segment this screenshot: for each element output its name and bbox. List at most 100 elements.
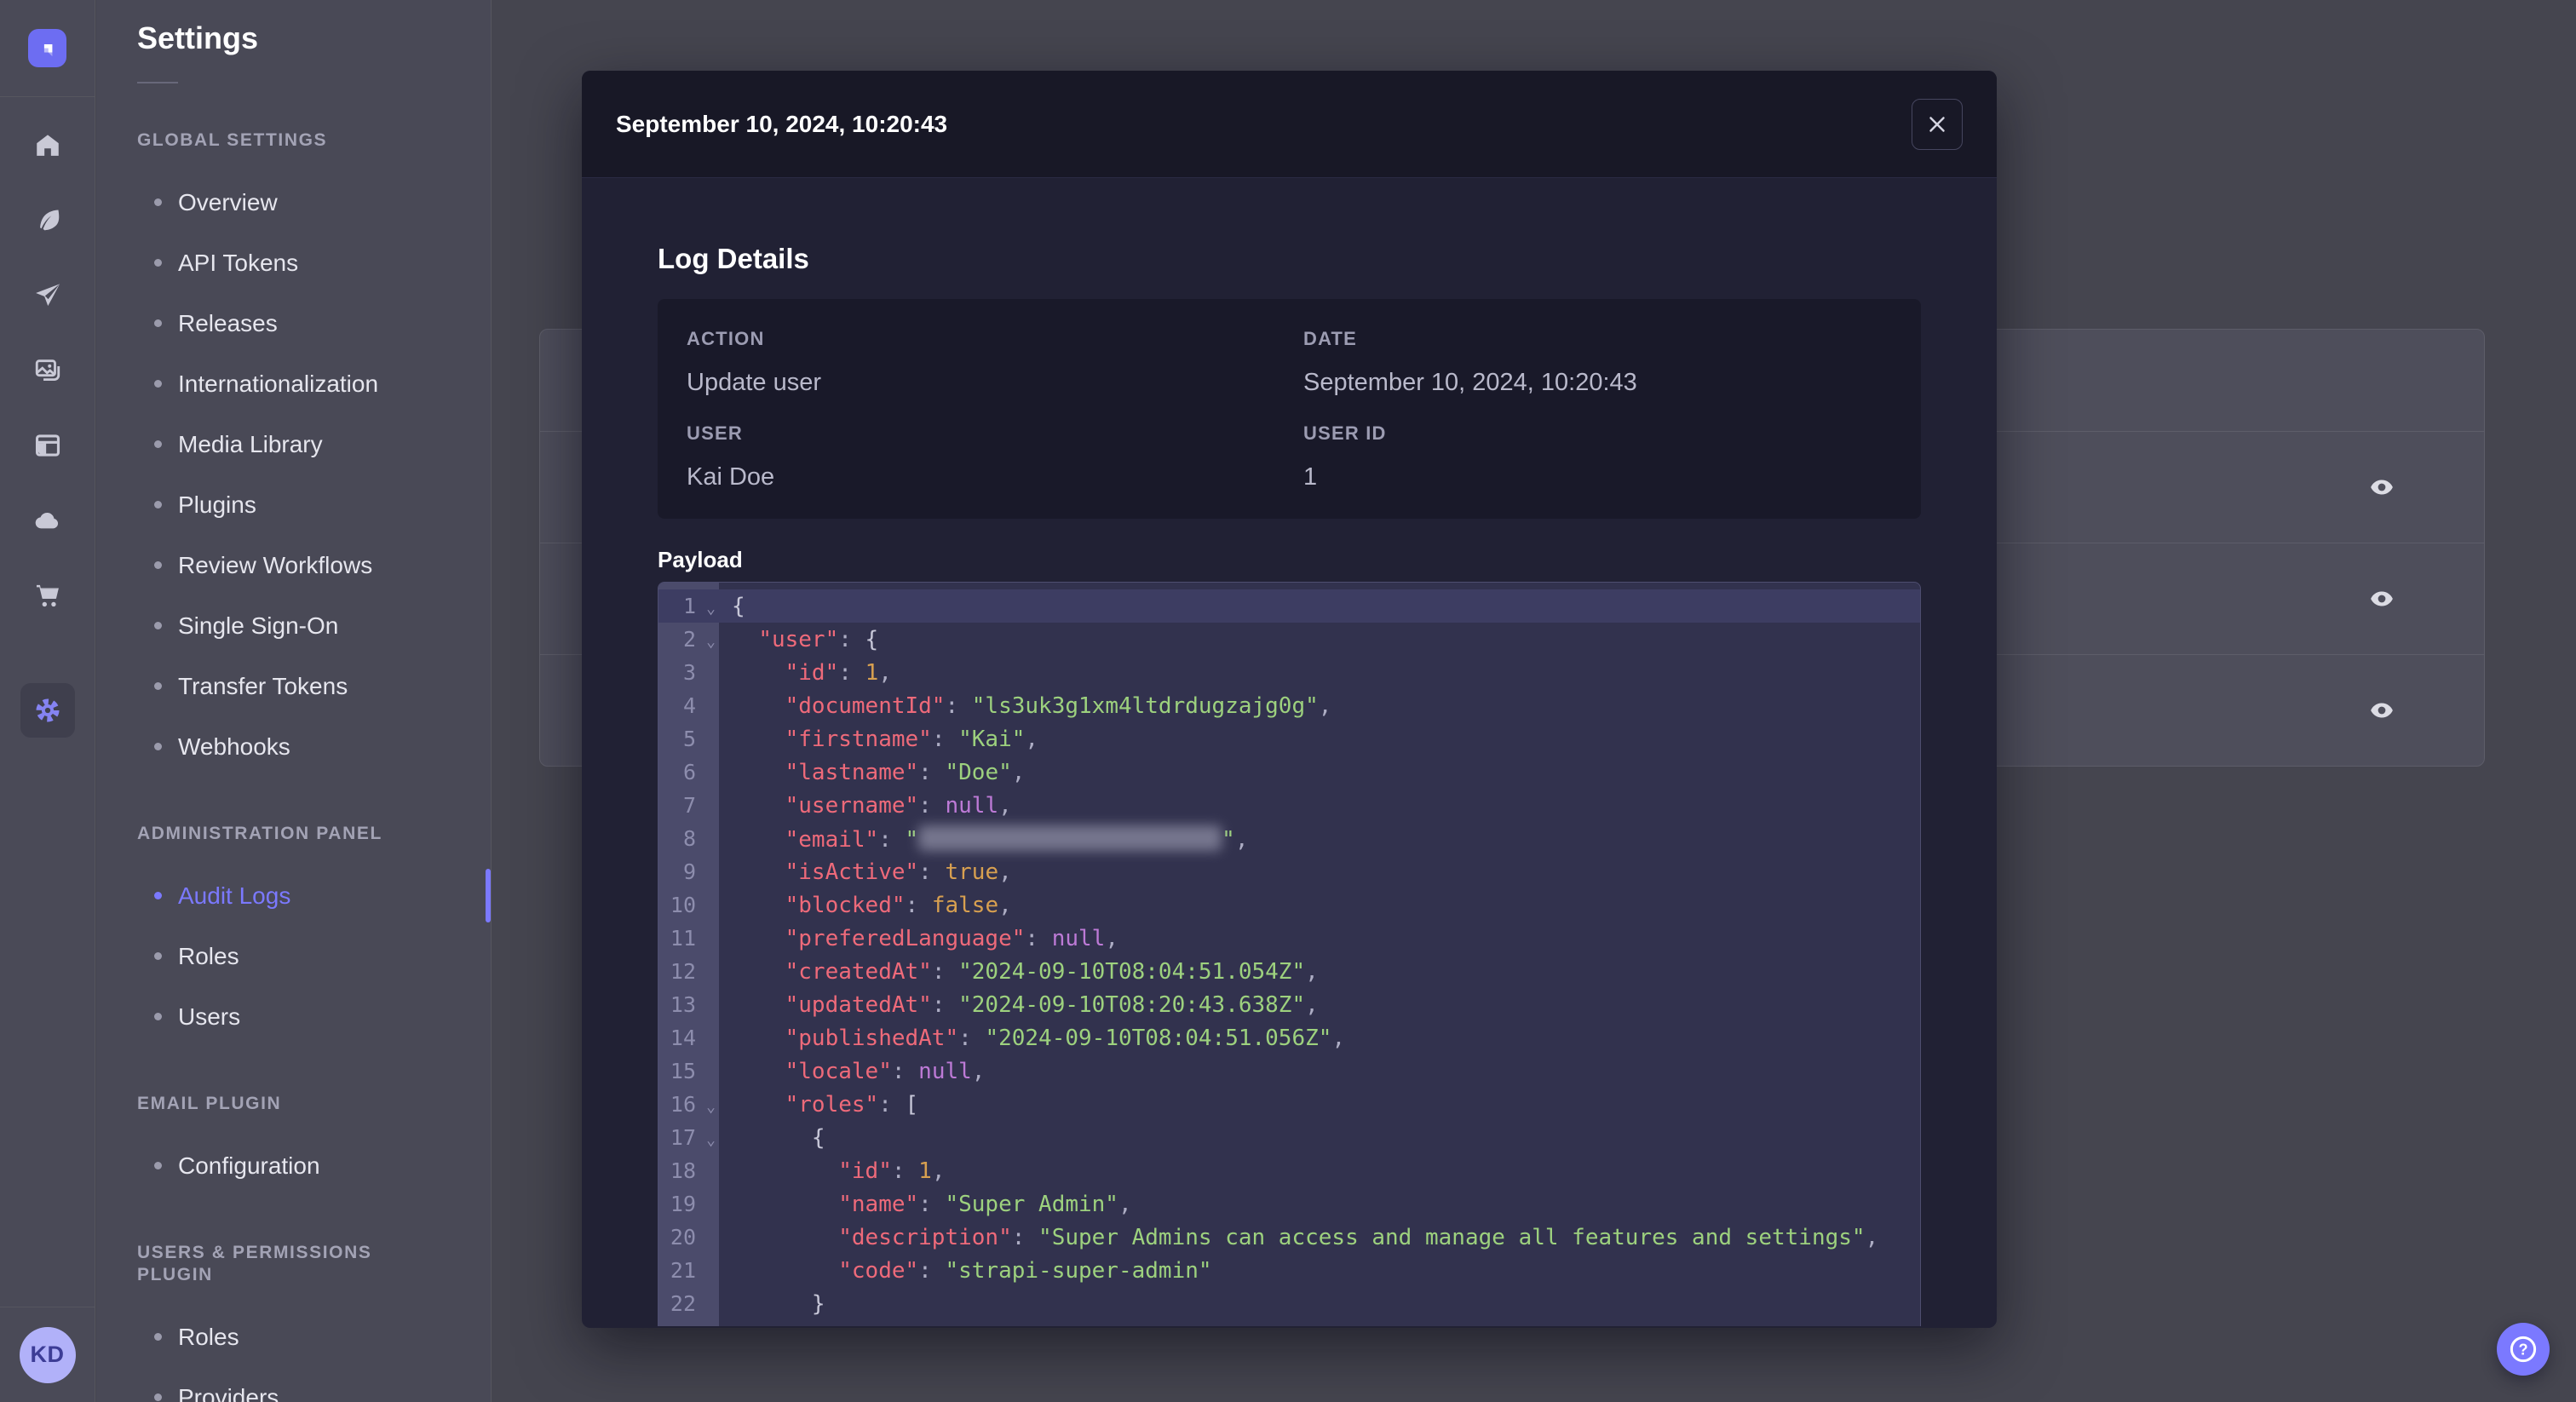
sidebar-item-releases[interactable]: Releases [96, 293, 491, 353]
view-log-button[interactable] [2363, 696, 2401, 725]
avatar[interactable]: KD [19, 1326, 76, 1383]
rail-item-gear-active[interactable] [20, 683, 75, 738]
sidebar-item-webhooks[interactable]: Webhooks [96, 716, 491, 777]
page-title: Settings [137, 20, 259, 55]
fold-caret-icon[interactable]: ⌄ [706, 601, 716, 617]
sidebar-item-users[interactable]: Users [96, 986, 491, 1047]
feather-icon[interactable] [33, 206, 62, 235]
layout-icon[interactable] [33, 431, 62, 460]
paper-plane-icon [35, 284, 60, 307]
bullet-icon [154, 622, 162, 629]
code-line: 7 "username": null, [658, 789, 1920, 822]
nav-item-list: Configuration [96, 1135, 491, 1196]
bullet-icon [154, 198, 162, 206]
field-value: September 10, 2024, 10:20:43 [1303, 369, 1637, 396]
view-log-button[interactable] [2363, 584, 2401, 613]
bullet-icon [154, 1013, 162, 1020]
media-icon[interactable] [33, 356, 62, 385]
question-mark-icon: ? [2518, 1341, 2527, 1358]
bullet-icon [154, 319, 162, 327]
line-number: 5 [682, 727, 696, 751]
help-button[interactable]: ? [2497, 1323, 2550, 1376]
sidebar-item-label: Users [178, 1003, 241, 1030]
title-divider [137, 82, 178, 83]
close-button[interactable] [1912, 98, 1963, 150]
field-label: ACTION [687, 328, 765, 349]
code-line: 22 } [658, 1287, 1920, 1320]
home-icon[interactable] [33, 131, 62, 160]
sidebar-item-api-tokens[interactable]: API Tokens [96, 233, 491, 293]
home-icon [36, 135, 59, 156]
log-details-modal: September 10, 2024, 10:20:43 Log Details… [582, 71, 1997, 1328]
paper-plane-icon[interactable] [33, 281, 62, 310]
view-log-button[interactable] [2363, 473, 2401, 502]
line-number: 13 [670, 992, 696, 1017]
code-line: 8 "email": " ", [658, 822, 1920, 855]
code-line: 5 "firstname": "Kai", [658, 722, 1920, 756]
sidebar-item-roles[interactable]: Roles [96, 1307, 491, 1367]
close-icon [1929, 116, 1945, 132]
line-number: 15 [670, 1059, 696, 1083]
code-line-content: "user": { [758, 626, 879, 652]
sidebar-item-media-library[interactable]: Media Library [96, 414, 491, 474]
bullet-icon [154, 892, 162, 899]
sidebar-item-audit-logs[interactable]: Audit Logs [96, 865, 491, 926]
line-number: 23 [658, 1324, 719, 1326]
code-line-content: "blocked": false, [785, 892, 1012, 918]
sidebar-item-overview[interactable]: Overview [96, 172, 491, 233]
code-line-content: "lastname": "Doe", [785, 759, 1026, 785]
sidebar-item-label: Media Library [178, 430, 323, 457]
bullet-icon [154, 1333, 162, 1341]
code-line-content: "publishedAt": "2024-09-10T08:04:51.056Z… [785, 1025, 1346, 1051]
sidebar-item-providers[interactable]: Providers [96, 1367, 491, 1402]
bullet-icon [154, 1393, 162, 1401]
rail-user-section: KD [0, 1307, 95, 1402]
sidebar-item-transfer-tokens[interactable]: Transfer Tokens [96, 656, 491, 716]
settings-subnav: Settings GLOBAL SETTINGS Overview API Toke… [96, 0, 492, 1402]
nav-section-header-global-settings: GLOBAL SETTINGS [137, 130, 328, 150]
sidebar-item-label: Transfer Tokens [178, 672, 348, 699]
field-label: USER ID [1303, 422, 1387, 444]
bullet-icon [154, 501, 162, 509]
cart-icon [36, 584, 59, 607]
code-line: 10 "blocked": false, [658, 888, 1920, 922]
code-line: 1 ⌄ { [658, 589, 1920, 623]
strapi-logo[interactable] [28, 29, 66, 67]
line-number: 10 [670, 893, 696, 917]
code-line: 19 "name": "Super Admin", [658, 1187, 1920, 1221]
eye-icon [2371, 703, 2393, 718]
detail-field-user: USER Kai Doe [687, 422, 1303, 495]
sidebar-item-single-sign-on[interactable]: Single Sign-On [96, 595, 491, 656]
fold-caret-icon[interactable]: ⌄ [706, 1100, 716, 1115]
sidebar-item-roles[interactable]: Roles [96, 926, 491, 986]
modal-timestamp: September 10, 2024, 10:20:43 [616, 110, 948, 137]
field-value: 1 [1303, 463, 1318, 491]
log-details-title: Log Details [658, 243, 809, 274]
code-lines: 1 ⌄{2 ⌄ "user": {3 "id": 1, 4 "documentId":… [658, 583, 1920, 1326]
sidebar-item-configuration[interactable]: Configuration [96, 1135, 491, 1196]
sidebar-item-review-workflows[interactable]: Review Workflows [96, 535, 491, 595]
bullet-icon [154, 380, 162, 388]
code-line-content: "isActive": true, [785, 859, 1012, 885]
cart-icon[interactable] [33, 581, 62, 610]
bullet-icon [154, 440, 162, 448]
code-line: 9 "isActive": true, [658, 855, 1920, 888]
cloud-icon[interactable] [33, 506, 62, 535]
code-line-content: "preferedLanguage": null, [785, 925, 1118, 951]
main-nav-rail: KD [0, 0, 95, 1402]
code-line: 3 "id": 1, [658, 656, 1920, 689]
line-number: 6 [682, 760, 696, 784]
code-line-content: "name": "Super Admin", [838, 1191, 1132, 1217]
nav-section-header-administration-panel: ADMINISTRATION PANEL [137, 824, 382, 843]
line-number: 22 [670, 1291, 696, 1316]
fold-caret-icon[interactable]: ⌄ [706, 1133, 716, 1148]
code-line-content: "roles": [ [785, 1091, 919, 1118]
sidebar-item-plugins[interactable]: Plugins [96, 474, 491, 535]
payload-code-viewer[interactable]: 1 ⌄{2 ⌄ "user": {3 "id": 1, 4 "documentId":… [658, 582, 1921, 1326]
line-number: 19 [670, 1192, 696, 1216]
fold-caret-icon[interactable]: ⌄ [706, 635, 716, 650]
modal-header: September 10, 2024, 10:20:43 [582, 71, 1997, 178]
sidebar-item-internationalization[interactable]: Internationalization [96, 353, 491, 414]
code-line: 4 "documentId": "ls3uk3g1xm4ltdrdugzajg0… [658, 689, 1920, 722]
code-line-content: "username": null, [785, 792, 1012, 819]
